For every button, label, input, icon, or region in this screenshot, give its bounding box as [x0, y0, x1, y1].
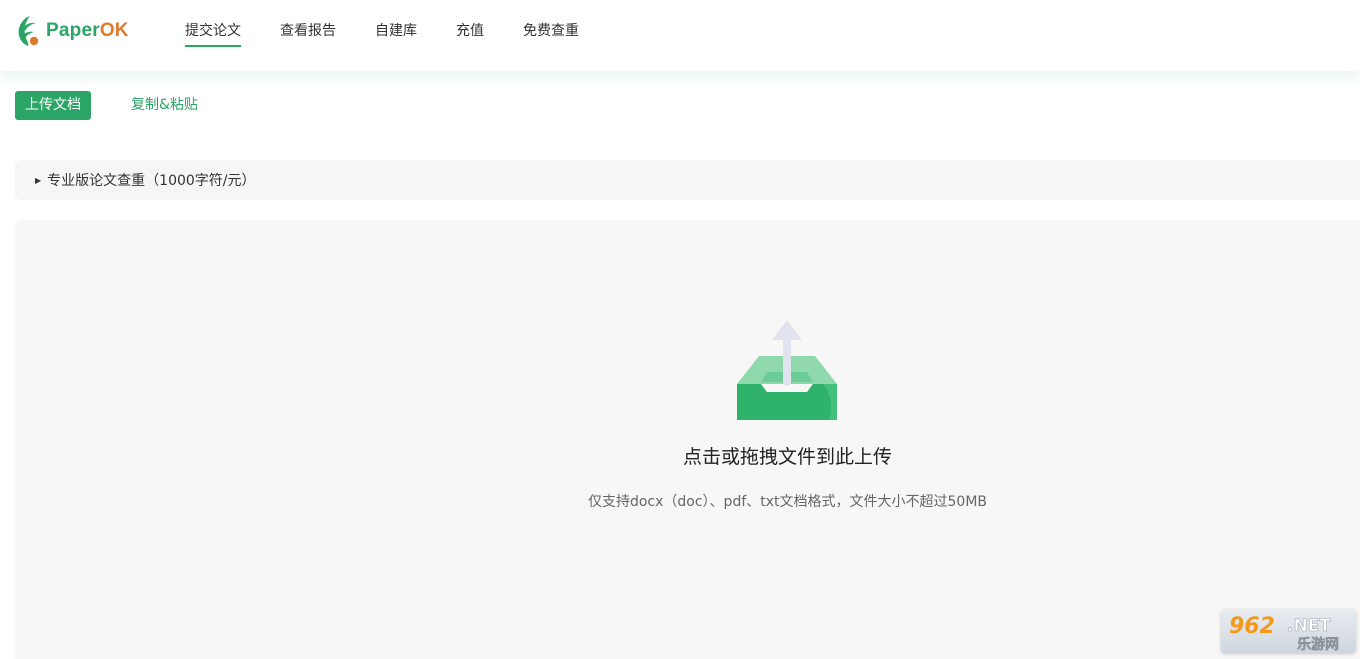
tab-upload-document[interactable]: 上传文档 — [15, 91, 91, 120]
caret-right-icon: ▶ — [35, 175, 42, 185]
nav-custom-library[interactable]: 自建库 — [375, 0, 417, 71]
top-header: PaperOK 提交论文 查看报告 自建库 充值 免费查重 — [0, 0, 1360, 71]
nav-view-report[interactable]: 查看报告 — [280, 0, 336, 71]
site-watermark-logo: 962 .NET 乐游网 — [1221, 609, 1356, 653]
main-nav: 提交论文 查看报告 自建库 充值 免费查重 — [185, 0, 618, 71]
dropzone-hint: 仅支持docx（doc）、pdf、txt文档格式，文件大小不超过50MB — [587, 494, 988, 510]
logo-text: PaperOK — [46, 20, 129, 42]
plan-selector[interactable]: ▶ 专业版论文查重（1000字符/元） — [15, 160, 1360, 200]
svg-text:.NET: .NET — [1287, 616, 1331, 636]
nav-free-check[interactable]: 免费查重 — [523, 0, 579, 71]
upload-mode-tabs: 上传文档 复制&粘贴 — [15, 91, 198, 120]
leaf-logo-icon — [18, 16, 39, 46]
logo-text-paper: Paper — [46, 20, 100, 41]
svg-text:乐游网: 乐游网 — [1297, 636, 1339, 653]
plan-label: 专业版论文查重（1000字符/元） — [47, 173, 256, 189]
nav-submit-paper[interactable]: 提交论文 — [185, 0, 241, 71]
svg-text:962: 962 — [1229, 614, 1275, 639]
file-dropzone[interactable]: 点击或拖拽文件到此上传 仅支持docx（doc）、pdf、txt文档格式，文件大… — [15, 220, 1360, 659]
dropzone-title: 点击或拖拽文件到此上传 — [682, 446, 892, 468]
logo-text-ok: OK — [99, 20, 129, 41]
upload-tray-icon — [737, 320, 837, 420]
tab-copy-paste[interactable]: 复制&粘贴 — [131, 91, 198, 120]
nav-recharge[interactable]: 充值 — [456, 0, 484, 71]
paperok-logo[interactable]: PaperOK — [14, 14, 129, 48]
watermark-graphic: 962 .NET 乐游网 — [1229, 614, 1339, 653]
